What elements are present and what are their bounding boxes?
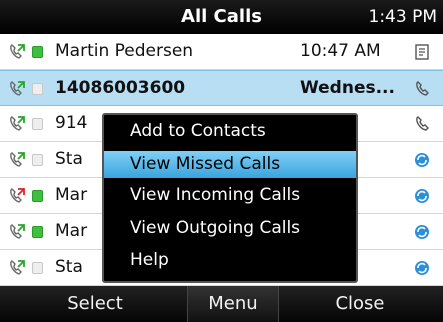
menu-softkey[interactable]: Menu: [187, 286, 279, 322]
menu-item[interactable]: View Incoming Calls: [104, 182, 356, 209]
outgoing-call-icon: [8, 43, 26, 61]
menu-item[interactable]: View Missed Calls: [104, 151, 356, 178]
presence-indicator: [32, 83, 43, 95]
softkey-bar: Select Menu Close: [0, 286, 443, 322]
outgoing-call-icon: [8, 259, 26, 277]
outgoing-call-icon: [8, 151, 26, 169]
menu-item[interactable]: Add to Contacts: [104, 118, 356, 145]
context-menu: Add to Contacts View Missed Calls View Inc…: [102, 113, 358, 283]
directory-icon: [413, 42, 431, 62]
header-bar: All Calls 1:43 PM: [0, 0, 443, 34]
caller-name: Sta: [55, 257, 83, 277]
presence-indicator: [32, 226, 43, 238]
call-time: 10:47 AM: [300, 41, 381, 61]
presence-indicator: [32, 46, 43, 58]
menu-item[interactable]: View Outgoing Calls: [104, 215, 356, 242]
call-time: Wednes...: [300, 78, 395, 98]
caller-name: Sta: [55, 149, 83, 169]
caller-name: Mar: [55, 185, 88, 205]
presence-indicator: [32, 118, 43, 130]
clock: 1:43 PM: [368, 7, 438, 27]
caller-name: 14086003600: [55, 78, 186, 98]
call-list-row[interactable]: 14086003600 Wednes...: [0, 70, 443, 106]
missed-call-icon: [8, 187, 26, 205]
caller-name: Martin Pedersen: [55, 41, 194, 61]
outgoing-call-icon: [8, 115, 26, 133]
phone-screen: All Calls 1:43 PM Martin Pedersen 10:47 A…: [0, 0, 443, 322]
blue-sync-icon: [413, 222, 431, 242]
outgoing-call-icon: [8, 223, 26, 241]
blue-sync-icon: [413, 258, 431, 278]
caller-name: 914: [55, 113, 88, 133]
close-softkey[interactable]: Close: [305, 286, 415, 322]
handset-icon: [413, 79, 431, 99]
outgoing-call-icon: [8, 80, 26, 98]
handset-icon: [413, 114, 431, 134]
blue-sync-icon: [413, 150, 431, 170]
call-list-row[interactable]: Martin Pedersen 10:47 AM: [0, 34, 443, 70]
menu-item[interactable]: Help: [104, 247, 356, 274]
presence-indicator: [32, 262, 43, 274]
blue-sync-icon: [413, 186, 431, 206]
presence-indicator: [32, 154, 43, 166]
presence-indicator: [32, 190, 43, 202]
select-softkey[interactable]: Select: [40, 286, 150, 322]
caller-name: Mar: [55, 221, 88, 241]
